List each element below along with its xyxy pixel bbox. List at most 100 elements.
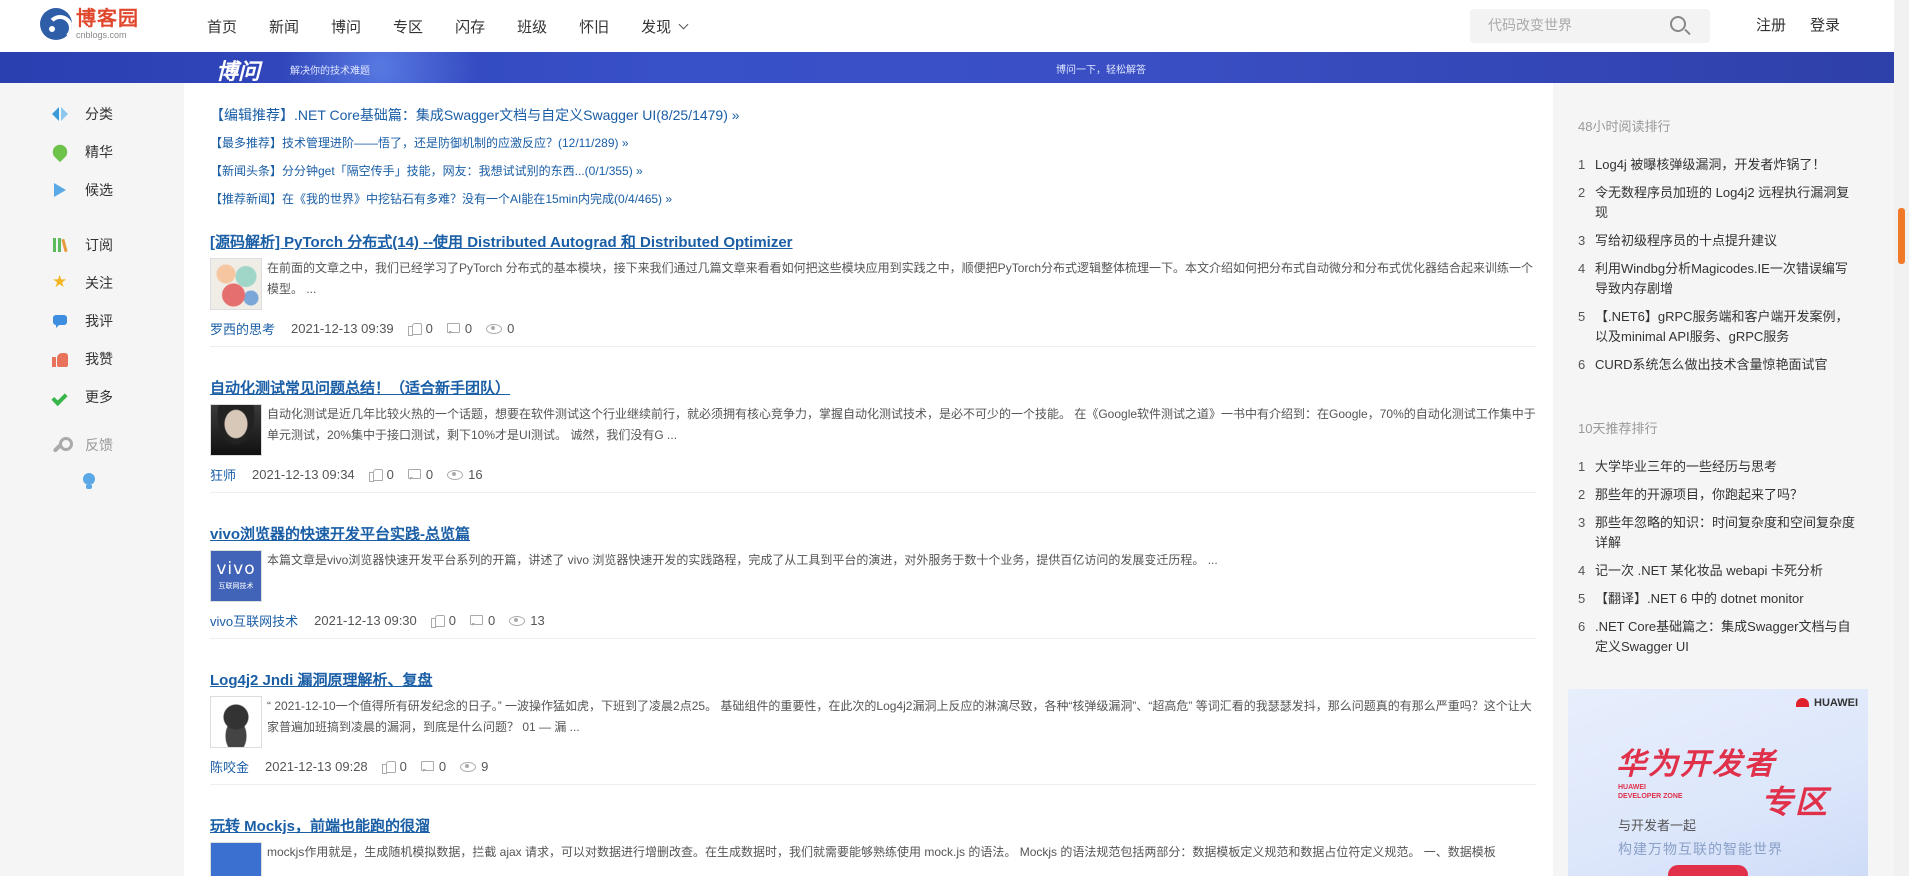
sidebar-item-category[interactable]: 分类 bbox=[52, 104, 113, 124]
like-button[interactable]: 0 bbox=[368, 467, 394, 482]
rank-48h-title: 48小时阅读排行 bbox=[1578, 119, 1671, 134]
ad-cta-button[interactable] bbox=[1668, 865, 1748, 876]
left-sidebar: 分类 精华 候选 订阅 关注 我评 我赞 更多 反馈 bbox=[0, 83, 184, 876]
nav-home[interactable]: 首页 bbox=[207, 16, 237, 37]
nav-class[interactable]: 班级 bbox=[517, 16, 547, 37]
post-author[interactable]: vivo互联网技术 bbox=[210, 611, 298, 630]
huawei-ad-banner[interactable]: HUAWEI 华为开发者 HUAWEI DEVELOPER ZONE 专区 与开… bbox=[1568, 689, 1868, 876]
headline-most-recommended[interactable]: 【最多推荐】技术管理进阶——悟了，还是防御机制的应激反应？(12/11/289)… bbox=[210, 134, 629, 151]
like-count: 0 bbox=[425, 320, 433, 336]
login-link[interactable]: 登录 bbox=[1810, 0, 1840, 52]
divider bbox=[210, 638, 1536, 639]
rank-number: 1 bbox=[1578, 157, 1586, 172]
sidebar-item-my-comments[interactable]: 我评 bbox=[52, 311, 113, 331]
sidebar-item-more[interactable]: 更多 bbox=[52, 387, 113, 407]
rank-title: .NET Core基础篇之：集成Swagger文档与自定义Swagger UI bbox=[1595, 619, 1851, 654]
post-author[interactable]: 陈咬金 bbox=[210, 757, 249, 776]
search-input[interactable] bbox=[1488, 17, 1658, 33]
logo-title: 博客园 bbox=[76, 7, 139, 30]
rank-item[interactable]: 5 【.NET6】gRPC服务端和客户端开发案例，以及minimal API服务、… bbox=[1578, 307, 1868, 347]
post-item: [源码解析] PyTorch 分布式(14) --使用 Distributed … bbox=[210, 231, 1536, 347]
post-meta: 陈咬金 2021-12-13 09:28 0 0 9 bbox=[210, 756, 488, 776]
sidebar-item-subscribe[interactable]: 订阅 bbox=[52, 235, 113, 255]
page-scrollbar[interactable] bbox=[1894, 0, 1909, 876]
headline-news-top[interactable]: 【新闻头条】分分钟get「隔空传手」技能，网友：我想试试别的东西...(0/1/… bbox=[210, 162, 643, 179]
comment-button[interactable]: 0 bbox=[407, 467, 433, 482]
nav-nostalgia[interactable]: 怀旧 bbox=[579, 16, 609, 37]
rank-item[interactable]: 3 那些年忽略的知识：时间复杂度和空间复杂度详解 bbox=[1578, 513, 1868, 553]
qa-banner[interactable]: 博问 解决你的技术难题 博问一下，轻松解答 bbox=[0, 52, 1909, 83]
sidebar-item-follow[interactable]: 关注 bbox=[52, 272, 113, 293]
author-avatar[interactable] bbox=[210, 696, 262, 748]
subscribe-icon bbox=[52, 237, 68, 253]
sidebar-item-label: 精华 bbox=[85, 144, 113, 160]
post-title[interactable]: 自动化测试常见问题总结！（适合新手团队） bbox=[210, 377, 1536, 398]
nav-discover-label: 发现 bbox=[641, 18, 672, 36]
rank-title: 大学毕业三年的一些经历与思考 bbox=[1595, 459, 1778, 474]
eye-icon bbox=[509, 614, 526, 626]
check-icon bbox=[52, 389, 68, 405]
ad-zone-line: DEVELOPER ZONE bbox=[1618, 793, 1683, 800]
site-logo[interactable]: 博客园 cnblogs.com bbox=[40, 8, 139, 40]
sidebar-item-candidate[interactable]: 候选 bbox=[52, 180, 113, 200]
rank-title: 【翻译】.NET 6 中的 dotnet monitor bbox=[1595, 591, 1804, 606]
like-count: 0 bbox=[399, 758, 407, 774]
rank-title: 记一次 .NET 某化妆品 webapi 卡死分析 bbox=[1595, 563, 1824, 578]
comment-button[interactable]: 0 bbox=[470, 613, 495, 628]
rank-number: 4 bbox=[1578, 563, 1586, 578]
author-avatar[interactable] bbox=[210, 842, 262, 876]
rank-item[interactable]: 3 写给初级程序员的十点提升建议 bbox=[1578, 231, 1868, 251]
rank-number: 4 bbox=[1578, 261, 1586, 276]
post-author[interactable]: 罗西的思考 bbox=[210, 319, 275, 338]
post-title[interactable]: vivo浏览器的快速开发平台实践-总览篇 bbox=[210, 523, 1536, 544]
logo-subtitle: cnblogs.com bbox=[76, 29, 127, 40]
like-button[interactable]: 0 bbox=[407, 320, 433, 336]
rank-item[interactable]: 5 【翻译】.NET 6 中的 dotnet monitor bbox=[1578, 589, 1868, 609]
ad-title-zone: 专区 bbox=[1761, 783, 1830, 821]
nav-qa[interactable]: 博问 bbox=[331, 16, 361, 37]
ad-title: 华为开发者 bbox=[1616, 747, 1776, 782]
rank-item[interactable]: 6 .NET Core基础篇之：集成Swagger文档与自定义Swagger UI bbox=[1578, 617, 1868, 657]
rank-item[interactable]: 1 大学毕业三年的一些经历与思考 bbox=[1578, 457, 1868, 477]
post-summary: 在前面的文章之中，我们已经学习了PyTorch 分布式的基本模块，接下来我们通过… bbox=[267, 261, 1534, 296]
nav-zone[interactable]: 专区 bbox=[393, 16, 423, 37]
rank-item[interactable]: 1 Log4j 被曝核弹级漏洞，开发者炸锅了！ bbox=[1578, 155, 1868, 175]
post-title[interactable]: Log4j2 Jndi 漏洞原理解析、复盘 bbox=[210, 669, 1536, 690]
like-button[interactable]: 0 bbox=[381, 758, 407, 774]
scroll-thumb[interactable] bbox=[1898, 208, 1905, 264]
rank-title: 利用Windbg分析Magicodes.IE一次错误编写导致内存剧增 bbox=[1595, 261, 1848, 296]
author-avatar[interactable]: vivo 互联网技术 bbox=[210, 550, 262, 602]
nav-flash[interactable]: 闪存 bbox=[455, 16, 485, 37]
search-icon[interactable] bbox=[1670, 16, 1686, 32]
rank-item[interactable]: 2 令无数程序员加班的 Log4j2 远程执行漏洞复现 bbox=[1578, 183, 1868, 223]
like-button[interactable]: 0 bbox=[430, 613, 456, 628]
rank-number: 5 bbox=[1578, 591, 1586, 606]
author-avatar[interactable] bbox=[210, 404, 262, 456]
headline-editor-pick[interactable]: 【编辑推荐】.NET Core基础篇：集成Swagger文档与自定义Swagge… bbox=[210, 105, 740, 125]
post-date: 2021-12-13 09:34 bbox=[252, 466, 355, 482]
sidebar-item-essence[interactable]: 精华 bbox=[49, 141, 113, 163]
rank-item[interactable]: 6 CURD系统怎么做出技术含量惊艳面试官 bbox=[1578, 355, 1868, 375]
view-count-stat: 9 bbox=[460, 759, 488, 774]
headline-recommended-news[interactable]: 【推荐新闻】在《我的世界》中挖钻石有多难？没有一个AI能在15min内完成(0/… bbox=[210, 190, 672, 207]
comment-button[interactable]: 0 bbox=[420, 759, 446, 774]
post-title[interactable]: 玩转 Mockjs，前端也能跑的很溜 bbox=[210, 815, 1536, 836]
lightbulb-icon[interactable] bbox=[83, 473, 95, 491]
rank-item[interactable]: 4 利用Windbg分析Magicodes.IE一次错误编写导致内存剧增 bbox=[1578, 259, 1868, 299]
sidebar-item-my-likes[interactable]: 我赞 bbox=[52, 349, 113, 369]
nav-discover[interactable]: 发现 bbox=[641, 16, 689, 37]
sidebar-item-label: 更多 bbox=[85, 389, 113, 405]
register-link[interactable]: 注册 bbox=[1756, 0, 1786, 52]
author-avatar[interactable] bbox=[210, 258, 262, 310]
huawei-brand: HUAWEI bbox=[1796, 697, 1858, 709]
sidebar-item-feedback[interactable]: 反馈 bbox=[52, 435, 113, 455]
ad-tagline-2: 构建万物互联的智能世界 bbox=[1618, 841, 1783, 857]
search-box bbox=[1470, 9, 1710, 43]
rank-item[interactable]: 4 记一次 .NET 某化妆品 webapi 卡死分析 bbox=[1578, 561, 1868, 581]
comment-button[interactable]: 0 bbox=[446, 321, 472, 336]
ad-zone-label: HUAWEI DEVELOPER ZONE bbox=[1618, 783, 1683, 801]
nav-news[interactable]: 新闻 bbox=[269, 16, 299, 37]
post-title[interactable]: [源码解析] PyTorch 分布式(14) --使用 Distributed … bbox=[210, 231, 1536, 252]
rank-item[interactable]: 2 那些年的开源项目，你跑起来了吗？ bbox=[1578, 485, 1868, 505]
post-author[interactable]: 狂师 bbox=[210, 465, 236, 484]
